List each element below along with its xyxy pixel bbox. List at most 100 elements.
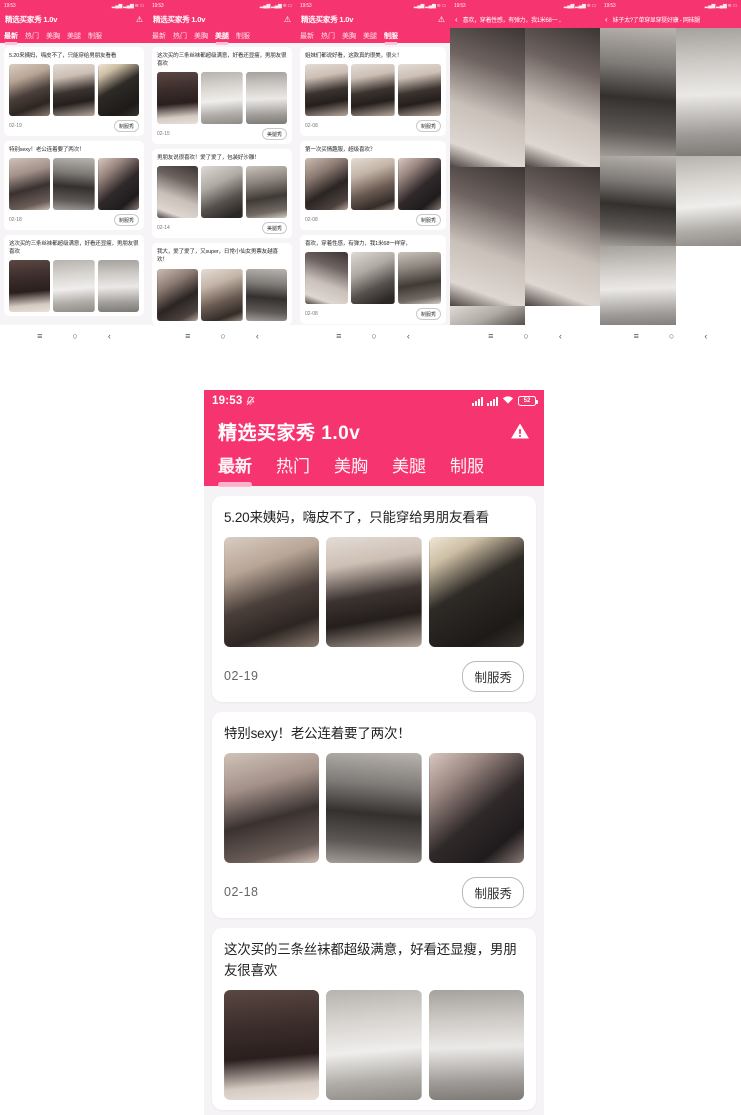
mini-screen-feed-2[interactable]: 19:53 ▂▄▆ ▂▄▆ ≋ ▭ 精选买家秀 1.0v ⚠ 最新 热门 美胸 …: [148, 0, 296, 347]
mini-tab-zhifu-3[interactable]: 制服: [384, 31, 398, 41]
list-item[interactable]: 特别sexy！老公连着要了两次！ 02-18 制服秀: [4, 141, 144, 231]
home-circle-icon[interactable]: ○: [72, 331, 77, 341]
detail-photo[interactable]: [676, 156, 741, 246]
mini-screen-feed-3[interactable]: 19:53 ▂▄▆ ▂▄▆ ≋ ▭ 精选买家秀 1.0v ⚠ 最新 热门 美胸 …: [296, 0, 450, 347]
photo-thumb[interactable]: [201, 72, 243, 125]
home-circle-icon[interactable]: ○: [669, 331, 674, 341]
post-photo[interactable]: [326, 989, 422, 1100]
photo-thumb[interactable]: [397, 158, 441, 211]
photo-thumb[interactable]: [351, 252, 395, 305]
status-badge[interactable]: 制服秀: [113, 120, 139, 133]
mini-tabs-1[interactable]: 最新 热门 美胸 美腿 制服: [0, 28, 148, 43]
mini-tabs-3[interactable]: 最新 热门 美胸 美腿 制服: [296, 28, 450, 43]
detail-photo[interactable]: [600, 246, 676, 328]
recents-icon[interactable]: ≡: [634, 331, 639, 341]
photo-thumb[interactable]: [397, 252, 441, 305]
photo-thumb[interactable]: [245, 268, 287, 321]
mini-screen-detail-4[interactable]: 19:53 ▂▄▆ ▂▄▆ ≋ ▭ ‹ 喜欢，穿着性感，有弹力，我1米68一 .…: [450, 0, 600, 347]
photo-thumb[interactable]: [245, 166, 287, 219]
photo-thumb[interactable]: [201, 166, 243, 219]
back-chevron-icon[interactable]: ‹: [605, 15, 608, 24]
photo-thumb[interactable]: [53, 260, 95, 313]
home-circle-icon[interactable]: ○: [371, 331, 376, 341]
photo-thumb[interactable]: [53, 158, 95, 211]
mini-tab-zuixin-2[interactable]: 最新: [152, 31, 166, 41]
detail-photo[interactable]: [525, 167, 600, 306]
home-circle-icon[interactable]: ○: [220, 331, 225, 341]
mini-tab-zhifu-1[interactable]: 制服: [88, 31, 102, 41]
post-photo[interactable]: [224, 536, 320, 647]
tab-remen[interactable]: 热门: [276, 452, 310, 484]
back-chevron-icon[interactable]: ‹: [256, 331, 259, 341]
post-photo[interactable]: [428, 536, 524, 647]
photo-thumb[interactable]: [397, 64, 441, 117]
detail-photo[interactable]: [600, 156, 676, 246]
status-badge[interactable]: 制服秀: [415, 214, 441, 227]
mini-screen-feed-1[interactable]: 19:53 ▂▄▆ ▂▄▆ ≋ ▭ 精选买家秀 1.0v ⚠ 最新 热门 美胸 …: [0, 0, 148, 347]
post-photo[interactable]: [326, 752, 422, 863]
photo-thumb[interactable]: [351, 64, 395, 117]
detail-photo[interactable]: [450, 28, 525, 167]
mini-tab-meitui-3[interactable]: 美腿: [363, 31, 377, 41]
list-item[interactable]: 5.20来姨妈，嗨皮不了，只能穿给男朋友看看 02-19 制服秀: [4, 47, 144, 137]
list-item[interactable]: 男朋友说很喜欢！爱了爱了，包装好沙雕！ 02-14 美腿秀: [152, 149, 292, 239]
warning-triangle-icon[interactable]: ⚠: [136, 15, 143, 24]
back-chevron-icon[interactable]: ‹: [559, 331, 562, 341]
photo-thumb[interactable]: [305, 64, 349, 117]
nav-bar-5[interactable]: ≡ ○ ‹: [600, 325, 741, 347]
tab-meixiong[interactable]: 美胸: [334, 452, 368, 484]
recents-icon[interactable]: ≡: [185, 331, 190, 341]
mini-tab-zhifu-2[interactable]: 制服: [236, 31, 250, 41]
status-badge[interactable]: 制服秀: [113, 214, 139, 227]
photo-thumb[interactable]: [9, 158, 51, 211]
photo-thumb[interactable]: [157, 72, 199, 125]
mini-tab-meitui-2[interactable]: 美腿: [215, 31, 229, 41]
photo-thumb[interactable]: [53, 64, 95, 117]
photo-thumb[interactable]: [9, 260, 51, 313]
photo-thumb[interactable]: [351, 158, 395, 211]
recents-icon[interactable]: ≡: [336, 331, 341, 341]
back-chevron-icon[interactable]: ‹: [407, 331, 410, 341]
photo-thumb[interactable]: [201, 268, 243, 321]
nav-bar-2[interactable]: ≡ ○ ‹: [148, 325, 296, 347]
detail-photo[interactable]: [600, 28, 676, 156]
status-badge[interactable]: 美腿秀: [261, 128, 287, 141]
status-badge[interactable]: 制服秀: [462, 876, 524, 908]
recents-icon[interactable]: ≡: [37, 331, 42, 341]
photo-thumb[interactable]: [97, 260, 139, 313]
status-badge[interactable]: 制服秀: [415, 120, 441, 133]
status-badge[interactable]: 制服秀: [462, 660, 524, 692]
home-circle-icon[interactable]: ○: [523, 331, 528, 341]
photo-thumb[interactable]: [97, 64, 139, 117]
photo-thumb[interactable]: [9, 64, 51, 117]
list-item[interactable]: 姐妹们都说好看，这款真的很美，很火！ 02-08 制服秀: [300, 47, 446, 137]
detail-photo[interactable]: [676, 28, 741, 156]
warning-triangle-icon[interactable]: ⚠: [284, 15, 291, 24]
photo-thumb[interactable]: [305, 158, 349, 211]
tab-zhifu[interactable]: 制服: [450, 452, 484, 484]
status-badge[interactable]: 美腿秀: [261, 222, 287, 235]
post-photo[interactable]: [224, 752, 320, 863]
detail-photo[interactable]: [450, 167, 525, 306]
list-item[interactable]: 我大，爱了爱了，又super，日常小仙女男票友越喜欢！: [152, 243, 292, 325]
mini-tab-meitui-1[interactable]: 美腿: [67, 31, 81, 41]
list-item[interactable]: 5.20来姨妈，嗨皮不了，只能穿给男朋友看看 02-19 制服秀: [212, 496, 536, 702]
post-photo[interactable]: [428, 752, 524, 863]
photo-thumb[interactable]: [97, 158, 139, 211]
mini-tab-meixiong-2[interactable]: 美胸: [194, 31, 208, 41]
mini-tab-zuixin-3[interactable]: 最新: [300, 31, 314, 41]
post-photo[interactable]: [224, 989, 320, 1100]
mini-tab-remen-3[interactable]: 热门: [321, 31, 335, 41]
back-chevron-icon[interactable]: ‹: [455, 15, 458, 24]
list-item[interactable]: 喜欢，穿着性感，有弹力，我1米68一样穿， 02-08 制服秀: [300, 235, 446, 325]
post-photo[interactable]: [326, 536, 422, 647]
mini-screen-detail-5[interactable]: 19:53 ▂▄▆ ▂▄▆ ≋ ▭ ‹ 妹子太?了单穿显穿挺好康 - 网袜腿: [600, 0, 741, 347]
mini-tabs-2[interactable]: 最新 热门 美胸 美腿 制服: [148, 28, 296, 43]
tab-zuixin[interactable]: 最新: [218, 452, 252, 484]
mini-tab-meixiong-3[interactable]: 美胸: [342, 31, 356, 41]
list-item[interactable]: 特别sexy！老公连着要了两次！ 02-18 制服秀: [212, 711, 536, 918]
detail-photo[interactable]: [525, 28, 600, 167]
post-photo[interactable]: [428, 989, 524, 1100]
tab-bar[interactable]: 最新 热门 美胸 美腿 制服: [204, 450, 544, 486]
warning-triangle-icon[interactable]: ⚠: [438, 15, 445, 24]
